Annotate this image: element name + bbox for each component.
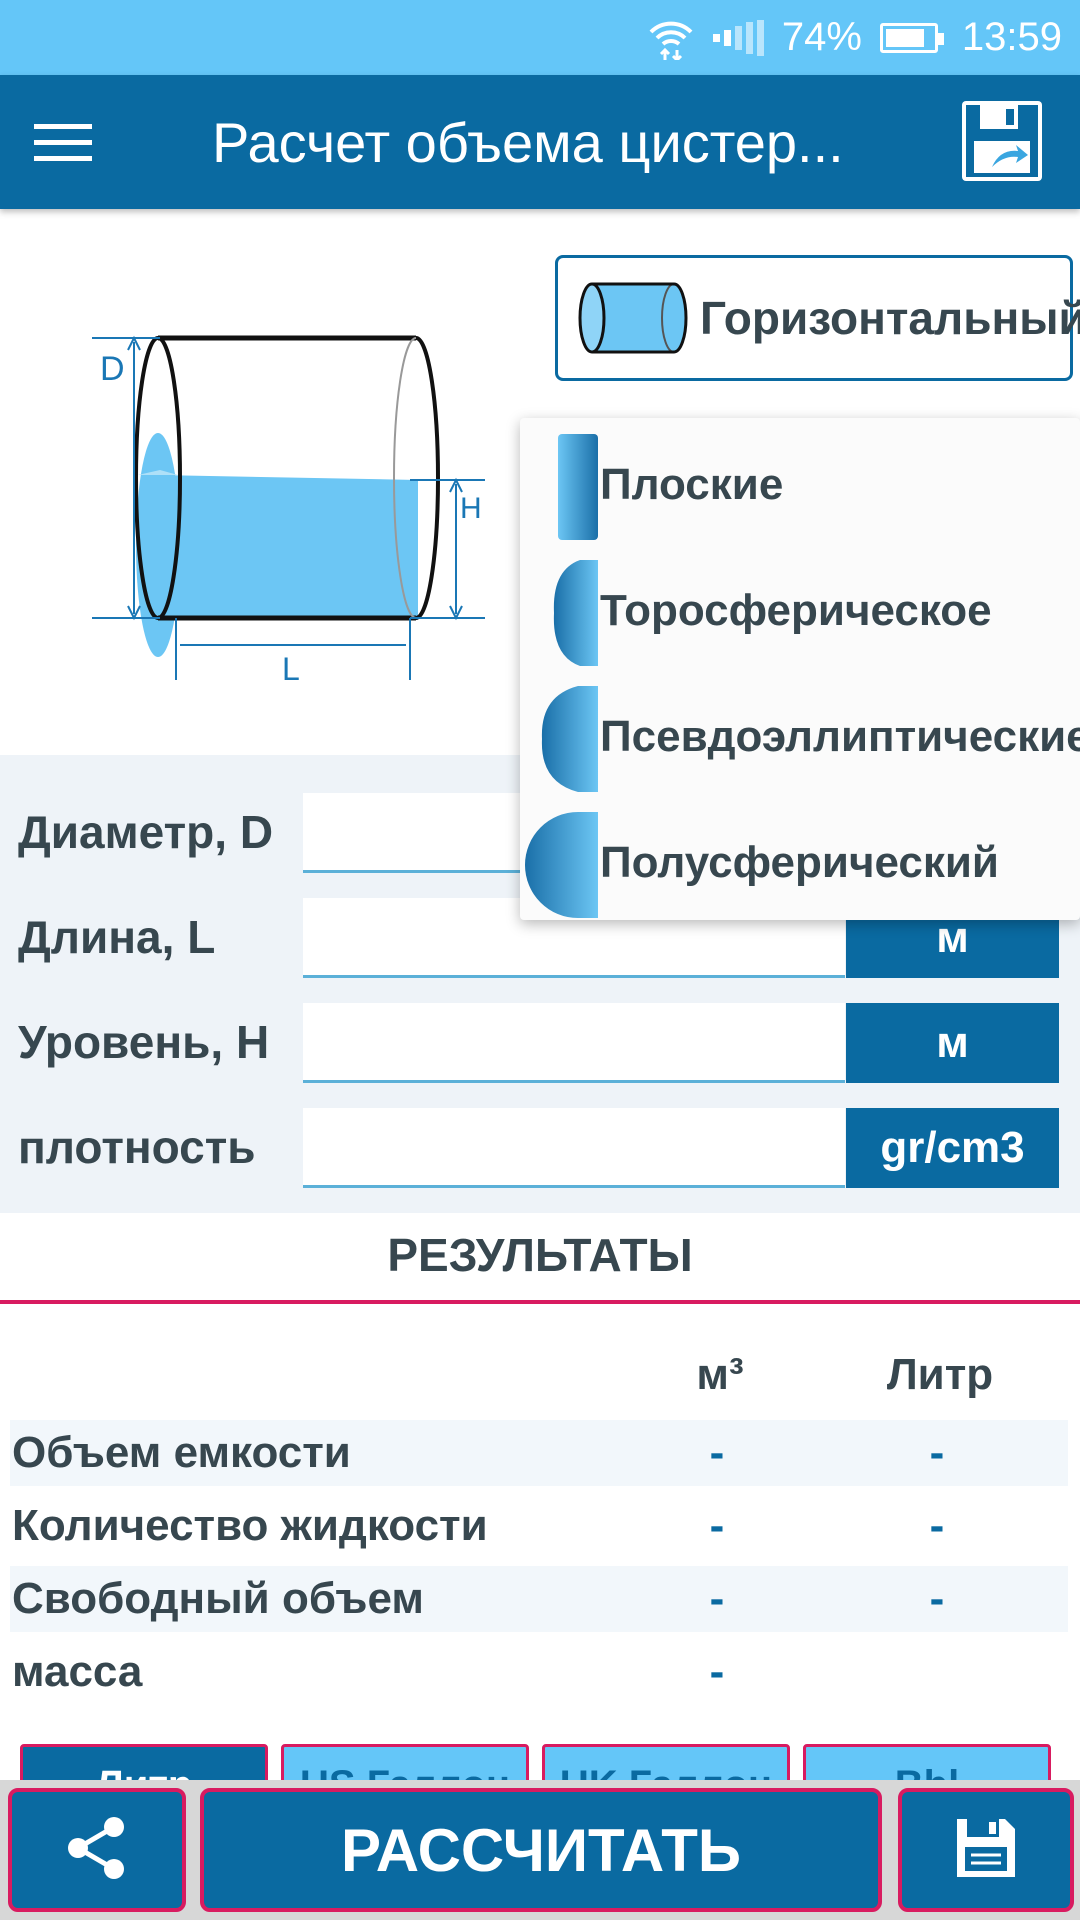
- result-value-liter: -: [929, 1574, 945, 1623]
- app-title: Расчет объема цистер...: [212, 110, 844, 174]
- tank-type-label: Горизонтальный: [700, 292, 1080, 344]
- pseudo-elliptical-head-icon: [520, 682, 600, 792]
- density-unit-button[interactable]: gr/cm3: [846, 1108, 1059, 1188]
- density-label: плотность: [18, 1121, 256, 1173]
- density-row: плотность gr/cm3: [0, 1108, 1080, 1188]
- head-type-dropdown: Плоские Торосферическое Псевдоэллиптичес…: [520, 418, 1080, 920]
- dropdown-item-pseudo-elliptical[interactable]: Псевдоэллиптические: [520, 674, 1080, 800]
- result-label: Количество жидкости: [12, 1501, 488, 1550]
- status-bar: 74% 13:59: [0, 0, 1080, 75]
- save-load-icon[interactable]: [962, 101, 1042, 181]
- dropdown-item-label: Псевдоэллиптические: [600, 712, 1080, 761]
- level-label: Уровень, H: [18, 1016, 270, 1068]
- diameter-label: Диаметр, D: [18, 806, 274, 858]
- level-label: H: [460, 492, 482, 525]
- share-icon: [62, 1813, 132, 1888]
- tank-type-selector[interactable]: Горизонтальный: [555, 255, 1080, 381]
- results-divider: [0, 1300, 1080, 1304]
- dropdown-item-label: Полусферический: [600, 838, 999, 887]
- diameter-label: D: [100, 350, 125, 388]
- battery-percent: 74%: [781, 15, 862, 59]
- results-title: РЕЗУЛЬТАТЫ: [387, 1229, 693, 1281]
- dropdown-item-label: Торосферическое: [600, 586, 992, 635]
- result-value-m3: -: [709, 1574, 725, 1623]
- length-label: Длина, L: [18, 911, 216, 963]
- save-button[interactable]: [898, 1788, 1074, 1912]
- result-row-liquid-amount: Количество жидкости - -: [10, 1493, 1068, 1559]
- density-input[interactable]: [303, 1108, 845, 1188]
- bottom-bar: РАССЧИТАТЬ: [0, 1780, 1080, 1920]
- result-value-m3: -: [709, 1428, 725, 1477]
- level-row: Уровень, H м: [0, 1003, 1080, 1083]
- length-label: L: [282, 651, 300, 687]
- share-button[interactable]: [8, 1788, 186, 1912]
- hamburger-menu-icon[interactable]: [34, 97, 124, 187]
- result-value-m3: -: [709, 1647, 725, 1696]
- result-label: масса: [12, 1647, 143, 1696]
- dropdown-item-label: Плоские: [600, 460, 784, 509]
- horizontal-cylinder-icon: [578, 280, 690, 356]
- floppy-disk-icon: [953, 1815, 1019, 1886]
- result-label: Свободный объем: [12, 1574, 424, 1623]
- col-head-liter: Литр: [886, 1350, 994, 1399]
- clock: 13:59: [961, 15, 1062, 59]
- tank-diagram: D H L: [90, 320, 500, 690]
- app-bar: Расчет объема цистер...: [0, 75, 1080, 209]
- torispherical-head-icon: [520, 556, 600, 666]
- battery-icon: [879, 22, 944, 53]
- result-row-free-volume: Свободный объем - -: [10, 1566, 1068, 1632]
- dropdown-item-hemispherical[interactable]: Полусферический: [520, 800, 1080, 926]
- dropdown-item-torispherical[interactable]: Торосферическое: [520, 548, 1080, 674]
- result-label: Объем емкости: [12, 1428, 351, 1477]
- result-value-liter: -: [929, 1428, 945, 1477]
- level-unit-button[interactable]: м: [846, 1003, 1059, 1083]
- signal-icon: [712, 19, 764, 56]
- result-value-liter: -: [929, 1501, 945, 1550]
- wifi-icon: [647, 16, 695, 60]
- calculate-button[interactable]: РАССЧИТАТЬ: [200, 1788, 882, 1912]
- result-value-m3: -: [709, 1501, 725, 1550]
- dropdown-item-flat[interactable]: Плоские: [520, 422, 1080, 548]
- flat-head-icon: [520, 430, 600, 540]
- result-row-mass: масса -: [10, 1639, 1068, 1705]
- result-row-tank-volume: Объем емкости - -: [10, 1420, 1068, 1486]
- col-head-m3: м³: [696, 1350, 744, 1399]
- hemispherical-head-icon: [520, 808, 600, 918]
- level-input[interactable]: [303, 1003, 845, 1083]
